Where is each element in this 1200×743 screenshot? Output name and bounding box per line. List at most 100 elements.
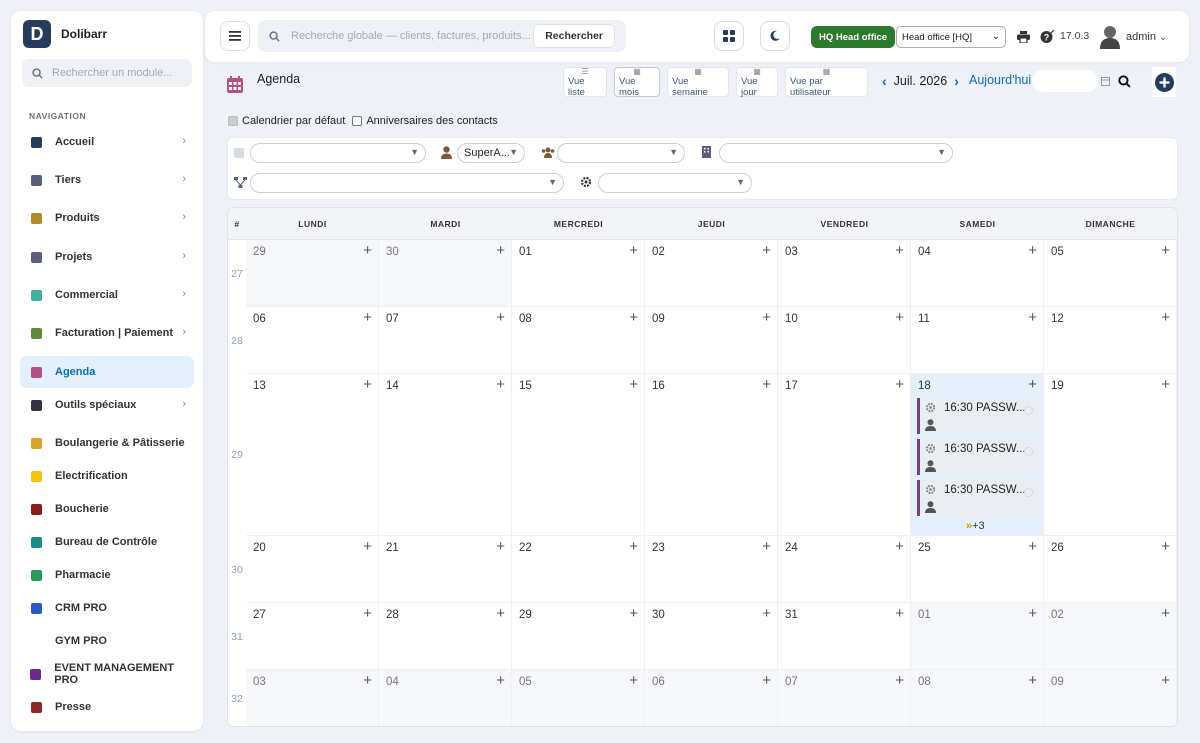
calendar-day-cell[interactable]: 08 +	[512, 307, 645, 374]
add-event-plus-icon[interactable]: +	[762, 242, 771, 259]
calendar-day-cell[interactable]: 04 +	[379, 670, 512, 726]
help-icon[interactable]: ?	[1040, 30, 1055, 44]
module-search-input[interactable]: Rechercher un module...	[22, 59, 192, 87]
add-event-plus-icon[interactable]: +	[496, 242, 505, 259]
add-event-plus-icon[interactable]: +	[895, 605, 904, 622]
calendar-day-cell[interactable]: 16 +	[645, 374, 778, 536]
calendar-day-cell[interactable]: 08 +	[911, 670, 1044, 726]
next-month-icon[interactable]: ›	[954, 73, 959, 89]
calendar-day-cell[interactable]: 13 +	[246, 374, 379, 536]
calendar-day-cell[interactable]: 09 +	[1044, 670, 1177, 726]
add-event-plus-icon[interactable]: +	[895, 538, 904, 555]
contact-birthdays-checkbox[interactable]	[352, 116, 363, 126]
calendar-day-cell[interactable]: 20 +	[246, 536, 379, 603]
add-event-plus-icon[interactable]: +	[1028, 672, 1037, 689]
sidebar-item-commercial[interactable]: Commercial ›	[20, 279, 194, 311]
sidebar-item-tiers[interactable]: Tiers ›	[20, 164, 194, 196]
calendar-day-cell[interactable]: 22 +	[512, 536, 645, 603]
view-per-user-button[interactable]: ▦ Vue par utilisateur	[785, 67, 868, 98]
global-search-button[interactable]: Rechercher	[533, 24, 615, 48]
menu-toggle-button[interactable]	[220, 21, 250, 51]
calendar-day-cell[interactable]: 30 +	[645, 603, 778, 670]
brand[interactable]: D Dolibarr	[23, 20, 107, 48]
add-event-plus-icon[interactable]: +	[895, 672, 904, 689]
add-event-plus-icon[interactable]: +	[496, 672, 505, 689]
view-week-button[interactable]: ▦ Vue semaine	[667, 67, 729, 98]
add-event-plus-icon[interactable]: +	[496, 309, 505, 326]
calendar-event[interactable]: 16:30 PASSW...	[917, 398, 1037, 434]
calendar-day-cell[interactable]: 07 +	[778, 670, 911, 726]
add-event-plus-icon[interactable]: +	[1161, 309, 1170, 326]
user-group-select[interactable]: ▼	[557, 143, 685, 163]
calendar-day-cell[interactable]: 17 +	[778, 374, 911, 536]
sidebar-item-gym-pro[interactable]: GYM PRO	[20, 625, 194, 657]
calendar-day-cell[interactable]: 02 +	[645, 240, 778, 307]
calendar-day-cell[interactable]: 03 +	[246, 670, 379, 726]
calendar-day-cell[interactable]: 30 +	[379, 240, 512, 307]
global-search[interactable]: Recherche globale — clients, factures, p…	[258, 20, 626, 52]
calendar-day-cell[interactable]: 07 +	[379, 307, 512, 374]
add-event-plus-icon[interactable]: +	[363, 538, 372, 555]
calendar-day-cell[interactable]: 09 +	[645, 307, 778, 374]
add-event-plus-icon[interactable]: +	[1028, 309, 1037, 326]
calendar-day-cell[interactable]: 23 +	[645, 536, 778, 603]
thirdparty-select[interactable]: ▼	[719, 143, 953, 163]
dark-mode-button[interactable]	[760, 21, 790, 51]
sidebar-item-accueil[interactable]: Accueil ›	[20, 126, 194, 158]
add-event-plus-icon[interactable]: +	[1028, 538, 1037, 555]
sidebar-item-facturation-paiement[interactable]: Facturation | Paiement ›	[20, 317, 194, 349]
sidebar-item-event-management-pro[interactable]: EVENT MANAGEMENT PRO	[20, 658, 194, 690]
calendar-day-cell[interactable]: 21 +	[379, 536, 512, 603]
add-event-plus-icon[interactable]: +	[629, 538, 638, 555]
add-event-plus-icon[interactable]: +	[1161, 538, 1170, 555]
sidebar-item-crm-pro[interactable]: CRM PRO	[20, 592, 194, 624]
search-icon[interactable]	[1118, 75, 1131, 88]
add-event-plus-icon[interactable]: +	[762, 605, 771, 622]
add-event-plus-icon[interactable]: +	[496, 376, 505, 393]
add-event-plus-icon[interactable]: +	[363, 672, 372, 689]
date-picker-input[interactable]	[1032, 70, 1098, 92]
calendar-day-cell[interactable]: 12 +	[1044, 307, 1177, 374]
calendar-day-cell[interactable]: 15 +	[512, 374, 645, 536]
calendar-day-cell[interactable]: 14 +	[379, 374, 512, 536]
view-month-button[interactable]: ▦ Vue mois	[614, 67, 660, 98]
project-select[interactable]: ▼	[250, 173, 564, 193]
add-event-plus-icon[interactable]: +	[629, 672, 638, 689]
calendar-picker-icon[interactable]	[1101, 77, 1110, 86]
calendar-event[interactable]: 16:30 PASSW...	[917, 439, 1037, 475]
add-event-plus-icon[interactable]: +	[629, 376, 638, 393]
add-event-plus-icon[interactable]: +	[895, 309, 904, 326]
entity-select[interactable]: Head office [HQ] ⌄	[896, 26, 1006, 48]
calendar-day-cell[interactable]: 19 +	[1044, 374, 1177, 536]
add-event-plus-icon[interactable]: +	[762, 672, 771, 689]
apps-button[interactable]	[714, 21, 744, 51]
add-event-plus-icon[interactable]: +	[1028, 242, 1037, 259]
add-event-plus-icon[interactable]: +	[363, 242, 372, 259]
calendar-event[interactable]: 16:30 PASSW...	[917, 480, 1037, 516]
calendar-day-cell[interactable]: 02 +	[1044, 603, 1177, 670]
calendar-day-cell[interactable]: 01 +	[512, 240, 645, 307]
add-event-plus-icon[interactable]: +	[363, 376, 372, 393]
calendar-day-cell[interactable]: 11 +	[911, 307, 1044, 374]
add-event-plus-icon[interactable]: +	[496, 538, 505, 555]
add-event-plus-icon[interactable]: +	[1028, 376, 1037, 393]
add-event-plus-icon[interactable]: +	[629, 605, 638, 622]
sidebar-item-bureau-de-contr-le[interactable]: Bureau de Contrôle	[20, 526, 194, 558]
view-day-button[interactable]: ▦ Vue jour	[736, 67, 778, 98]
sidebar-item-boucherie[interactable]: Boucherie	[20, 493, 194, 525]
calendar-day-cell[interactable]: 31 +	[778, 603, 911, 670]
calendar-day-cell[interactable]: 01 +	[911, 603, 1044, 670]
add-event-plus-icon[interactable]: +	[895, 376, 904, 393]
calendar-day-cell[interactable]: 28 +	[379, 603, 512, 670]
add-event-plus-icon[interactable]: +	[496, 605, 505, 622]
calendar-day-cell[interactable]: 29 +	[512, 603, 645, 670]
default-calendar-checkbox[interactable]	[228, 116, 238, 126]
add-event-plus-icon[interactable]: +	[762, 376, 771, 393]
resource-select[interactable]: ▼	[598, 173, 752, 193]
sidebar-item-electrification[interactable]: Electrification	[20, 460, 194, 492]
print-icon[interactable]	[1017, 31, 1030, 43]
sidebar-item-produits[interactable]: Produits ›	[20, 202, 194, 234]
entity-badge[interactable]: HQ Head office	[811, 26, 896, 48]
calendar-day-cell[interactable]: 06 +	[645, 670, 778, 726]
calendar-day-cell[interactable]: 04 +	[911, 240, 1044, 307]
